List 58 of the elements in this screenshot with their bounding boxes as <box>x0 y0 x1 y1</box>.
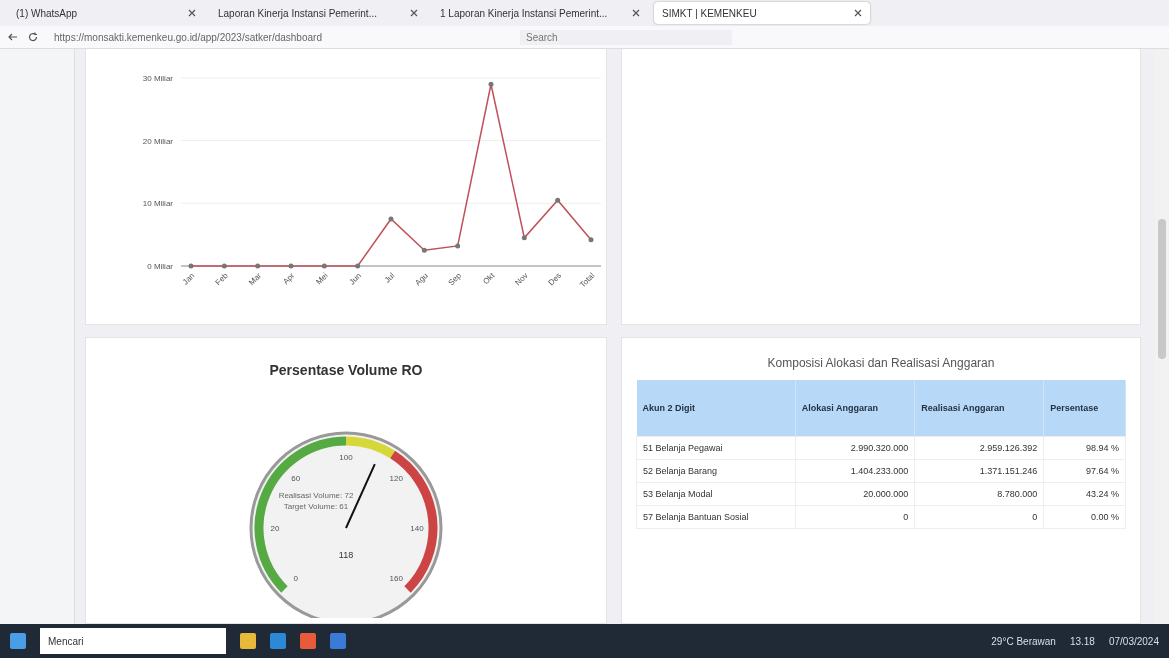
clock-time[interactable]: 13.18 <box>1069 635 1095 647</box>
axis-label: 10 Miliar <box>142 199 173 209</box>
table-cell: 8.780.000 <box>914 482 1044 506</box>
table-cell: 1.404.233.000 <box>795 459 915 483</box>
column-header[interactable]: Realisasi Anggaran <box>914 380 1044 437</box>
axis-label: Okt <box>481 271 497 287</box>
gauge-tick: 60 <box>291 473 301 483</box>
table-cell: 57 Belanja Bantuan Sosial <box>636 505 796 529</box>
table-cell: 97.64 % <box>1043 459 1126 483</box>
axis-label: 20 Miliar <box>142 136 173 146</box>
table-cell: 2.990.320.000 <box>795 436 915 460</box>
table-cell: 51 Belanja Pegawai <box>636 436 796 460</box>
browser-tab[interactable]: 1 Laporan Kinerja Instansi Pemerint... <box>432 2 648 24</box>
address-bar[interactable]: https://monsakti.kemenkeu.go.id/app/2023/satker/dashboard <box>48 29 510 45</box>
axis-label: Nov <box>513 271 530 288</box>
axis-label: Mei <box>314 271 330 287</box>
gauge-tick: 160 <box>389 574 403 584</box>
axis-label: Feb <box>213 271 230 288</box>
table-cell: 98.94 % <box>1043 436 1126 460</box>
browser-tab[interactable]: SIMKT | KEMENKEU <box>654 2 870 24</box>
clock-date[interactable]: 07/03/2024 <box>1108 635 1159 647</box>
search-field[interactable]: Search <box>520 29 732 45</box>
weather-text[interactable]: 29°C Berawan <box>991 635 1056 647</box>
gauge-tick: 0 <box>293 574 298 584</box>
axis-label: Jul <box>382 271 397 285</box>
table-cell: 53 Belanja Modal <box>636 482 796 506</box>
gauge-caption: Realisasi Volume: 72 <box>278 491 354 500</box>
table-cell: 43.24 % <box>1043 482 1126 506</box>
axis-label: Des <box>546 271 564 288</box>
gauge-tick: 20 <box>270 524 280 533</box>
gauge-tick: 140 <box>410 524 424 533</box>
axis-label: 0 Miliar <box>147 262 173 271</box>
column-header[interactable]: Persentase <box>1043 380 1126 437</box>
table-cell: 1.371.151.246 <box>914 459 1044 483</box>
axis-label: Jan <box>180 271 197 287</box>
axis-label: Agu <box>413 271 430 288</box>
axis-label: 30 Miliar <box>142 74 173 83</box>
gauge-value: 118 <box>338 550 354 560</box>
browser-tab[interactable]: (1) WhatsApp <box>8 2 204 24</box>
table-cell: 0 <box>795 505 915 529</box>
axis-label: Jun <box>347 271 364 287</box>
axis-label: Mar <box>246 271 264 288</box>
table-cell: 0.00 % <box>1043 505 1126 529</box>
axis-label: Sep <box>446 271 464 288</box>
axis-label: Apr <box>281 271 297 287</box>
table-cell: 0 <box>914 505 1044 529</box>
gauge-tick: 120 <box>389 473 403 483</box>
table-cell: 20.000.000 <box>795 482 915 506</box>
column-header[interactable]: Alokasi Anggaran <box>795 380 915 437</box>
table-cell: 2.959.126.392 <box>914 436 1044 460</box>
browser-tab[interactable]: Laporan Kinerja Instansi Pemerint... <box>210 2 426 24</box>
gauge-caption: Target Volume: 61 <box>283 502 349 511</box>
table-cell: 52 Belanja Barang <box>636 459 796 483</box>
card-title: Komposisi Alokasi dan Realisasi Anggaran <box>766 355 996 372</box>
card-title: Persentase Volume RO <box>268 361 424 380</box>
taskbar-search[interactable]: Mencari <box>40 628 226 654</box>
gauge-tick: 100 <box>339 453 353 462</box>
column-header[interactable]: Akun 2 Digit <box>636 380 796 437</box>
